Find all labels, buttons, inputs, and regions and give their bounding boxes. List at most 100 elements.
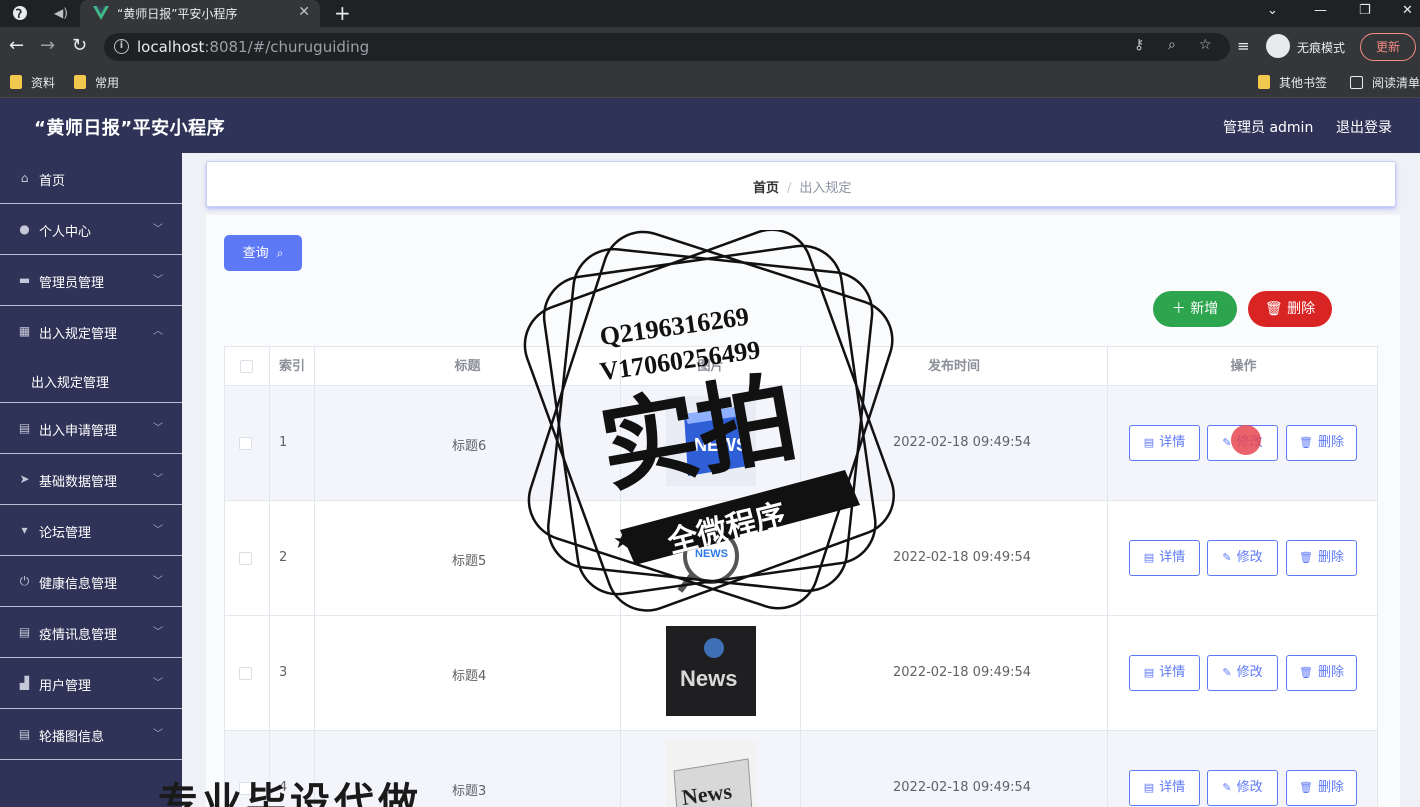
delete-button[interactable]: 🗑 删除 <box>1286 770 1357 806</box>
news-3d-image: NEWS <box>666 396 756 486</box>
document-icon: ▤ <box>1143 551 1155 564</box>
bookmark-folder[interactable]: 资料 <box>10 74 55 91</box>
bookmarks-bar: 资料 常用 其他书签 阅读清单 <box>0 67 1420 98</box>
sidebar-item-admins[interactable]: ▬ 管理员管理 ﹀ <box>0 255 182 306</box>
breadcrumb-current: 出入规定 <box>799 181 852 196</box>
address-bar[interactable]: i localhost:8081/#/churuguiding ⚷ ⌕ ☆ <box>104 33 1230 61</box>
send-icon: ➤ <box>19 472 30 486</box>
update-button[interactable]: 更新 <box>1360 33 1416 61</box>
bulk-delete-button[interactable]: 🗑 删除 <box>1248 291 1332 327</box>
media-control-icon[interactable]: ≡ <box>1237 36 1250 56</box>
pencil-icon: ✎ <box>1222 436 1232 449</box>
document-icon: ▤ <box>1143 436 1155 449</box>
maximize-icon[interactable]: ❐ <box>1359 3 1371 18</box>
edit-button[interactable]: ✎ 修改 <box>1207 540 1278 576</box>
header-actions: 操作 <box>1230 359 1257 374</box>
folder-icon <box>10 75 22 89</box>
sidebar-item-label: 首页 <box>39 174 66 189</box>
tab-title: “黄师日报”平安小程序 <box>117 7 238 21</box>
trash-icon: 🗑 <box>1299 781 1313 794</box>
add-button[interactable]: ＋ 新增 <box>1153 291 1237 327</box>
app-title: “黄师日报”平安小程序 <box>34 118 226 139</box>
table-row: 1 标题6 NEWS 2022-02-18 09:49:54 ▤ 详情 ✎ 修改 🗑… <box>225 386 1377 501</box>
delete-button[interactable]: 🗑 删除 <box>1286 425 1357 461</box>
rules-table: 索引 标题 图片 发布时间 操作 1 标题6 NEWS 2022-02-18 0… <box>224 346 1378 807</box>
chevron-down-icon: ﹀ <box>153 423 163 434</box>
new-tab-icon[interactable]: + <box>334 1 351 25</box>
chevron-up-icon: ︿ <box>153 326 163 337</box>
detail-button[interactable]: ▤ 详情 <box>1129 425 1200 461</box>
forward-icon[interactable]: → <box>40 36 55 56</box>
edit-button[interactable]: ✎ 修改 <box>1207 655 1278 691</box>
reload-icon[interactable]: ↻ <box>72 36 87 56</box>
delete-button[interactable]: 🗑 删除 <box>1286 540 1357 576</box>
submenu-item-access-rules[interactable]: 出入规定管理 <box>0 357 182 403</box>
key-icon[interactable]: ⚷ <box>1134 37 1144 53</box>
sidebar-item-label: 出入申请管理 <box>39 424 118 439</box>
row-checkbox[interactable] <box>239 782 252 795</box>
sidebar-item-carousel[interactable]: ▤ 轮播图信息 ﹀ <box>0 709 182 760</box>
sidebar-item-forum[interactable]: ▾ 论坛管理 ﹀ <box>0 505 182 556</box>
sidebar-item-epidemic[interactable]: ▤ 疫情讯息管理 ﹀ <box>0 607 182 658</box>
sidebar: ⌂ 首页 ● 个人中心 ﹀ ▬ 管理员管理 ﹀ ▦ 出入规定管理 ︿ 出入规定管… <box>0 153 182 807</box>
breadcrumb-separator: / <box>787 181 792 196</box>
sidebar-item-health[interactable]: ⏻ 健康信息管理 ﹀ <box>0 556 182 607</box>
sidebar-item-base-data[interactable]: ➤ 基础数据管理 ﹀ <box>0 454 182 505</box>
chevron-down-icon: ﹀ <box>153 474 163 485</box>
trash-icon: 🗑 <box>1299 666 1313 679</box>
sidebar-item-access-rules[interactable]: ▦ 出入规定管理 ︿ <box>0 306 182 357</box>
sidebar-item-label: 轮播图信息 <box>39 730 105 745</box>
detail-button[interactable]: ▤ 详情 <box>1129 655 1200 691</box>
row-time: 2022-02-18 09:49:54 <box>893 435 1032 450</box>
reading-list[interactable]: 阅读清单 <box>1350 74 1420 91</box>
pencil-icon: ✎ <box>1222 666 1232 679</box>
delete-button[interactable]: 🗑 删除 <box>1286 655 1357 691</box>
tab-search-icon[interactable]: ⌄ <box>1267 3 1278 18</box>
cup-icon: ▾ <box>21 523 28 537</box>
row-checkbox[interactable] <box>239 552 252 565</box>
row-title: 标题3 <box>452 784 487 799</box>
svg-text:NEWS: NEWS <box>695 548 728 560</box>
other-bookmarks[interactable]: 其他书签 <box>1258 74 1327 91</box>
row-index: 4 <box>279 780 288 795</box>
select-all-checkbox[interactable] <box>240 360 253 373</box>
browser-tab[interactable]: “黄师日报”平安小程序 ✕ <box>80 0 320 27</box>
speaker-icon[interactable]: ◀) <box>54 6 68 20</box>
zoom-icon[interactable]: ⌕ <box>1168 37 1176 53</box>
sidebar-item-access-requests[interactable]: ▤ 出入申请管理 ﹀ <box>0 403 182 454</box>
sidebar-item-users[interactable]: ▟ 用户管理 ﹀ <box>0 658 182 709</box>
sidebar-item-home[interactable]: ⌂ 首页 <box>0 153 182 204</box>
sidebar-item-label: 基础数据管理 <box>39 475 118 490</box>
row-checkbox[interactable] <box>239 667 252 680</box>
sidebar-item-label: 疫情讯息管理 <box>39 628 118 643</box>
window-close-icon[interactable]: ✕ <box>1402 3 1413 18</box>
tab-close-icon[interactable]: ✕ <box>298 4 310 20</box>
chevron-down-icon: ﹀ <box>153 729 163 740</box>
bookmark-star-icon[interactable]: ☆ <box>1199 37 1212 53</box>
header-time: 发布时间 <box>801 347 1108 386</box>
bookmark-folder[interactable]: 常用 <box>74 74 119 91</box>
app-header: “黄师日报”平安小程序 管理员 admin 退出登录 <box>0 98 1420 153</box>
breadcrumb: 首页 / 出入规定 <box>753 177 851 196</box>
table-row: 3 标题4 News 2022-02-18 09:49:54 ▤ 详情 ✎ 修改 🗑… <box>225 616 1377 731</box>
row-checkbox[interactable] <box>239 437 252 450</box>
edit-button[interactable]: ✎ 修改 <box>1207 425 1278 461</box>
clipboard-icon: ▤ <box>18 625 31 639</box>
sidebar-item-profile[interactable]: ● 个人中心 ﹀ <box>0 204 182 255</box>
detail-button[interactable]: ▤ 详情 <box>1129 770 1200 806</box>
monitor-icon: ▬ <box>18 273 31 287</box>
site-info-icon[interactable]: i <box>114 39 129 54</box>
breadcrumb-home[interactable]: 首页 <box>753 181 779 196</box>
sidebar-item-label: 个人中心 <box>39 225 92 240</box>
search-button[interactable]: 查询 ⌕ <box>224 235 302 271</box>
folder-icon <box>1258 75 1270 89</box>
back-icon[interactable]: ← <box>9 36 24 56</box>
logout-link[interactable]: 退出登录 <box>1336 117 1392 137</box>
minimize-icon[interactable]: — <box>1314 3 1327 18</box>
header-select-all <box>225 347 270 386</box>
breadcrumb-bar: 首页 / 出入规定 <box>206 161 1396 207</box>
chevron-down-icon: ﹀ <box>153 525 163 536</box>
user-icon: ● <box>19 222 30 236</box>
edit-button[interactable]: ✎ 修改 <box>1207 770 1278 806</box>
detail-button[interactable]: ▤ 详情 <box>1129 540 1200 576</box>
